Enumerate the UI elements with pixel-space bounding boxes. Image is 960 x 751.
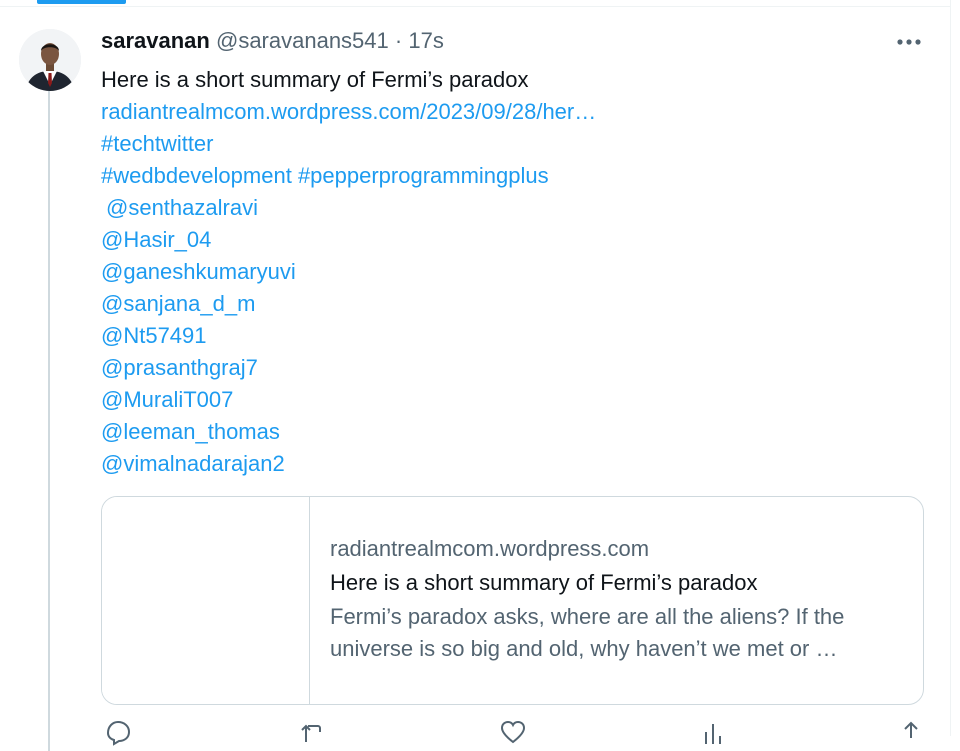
reply-icon bbox=[106, 720, 131, 746]
avatar[interactable] bbox=[19, 29, 81, 91]
tweet-url-link[interactable]: radiantrealmcom.wordpress.com/2023/09/28… bbox=[101, 99, 596, 124]
card-title: Here is a short summary of Fermi’s parad… bbox=[330, 570, 758, 595]
mention-link[interactable]: @ganeshkumaryuvi bbox=[101, 259, 296, 284]
share-button[interactable] bbox=[896, 718, 926, 746]
author-name[interactable]: saravanan bbox=[101, 28, 210, 53]
avatar-photo bbox=[19, 29, 81, 91]
author-handle[interactable]: @saravanans541 bbox=[216, 28, 389, 53]
active-tab-indicator bbox=[37, 0, 126, 4]
timeline-right-border bbox=[950, 0, 951, 736]
retweet-button[interactable] bbox=[298, 718, 328, 746]
tweet-header: saravanan @saravanans541 · 17s bbox=[101, 28, 444, 56]
like-button[interactable] bbox=[498, 718, 528, 746]
mention-link[interactable]: @vimalnadarajan2 bbox=[101, 451, 285, 476]
hashtag-link[interactable]: #pepperprogrammingplus bbox=[298, 163, 549, 188]
views-button[interactable] bbox=[698, 718, 728, 746]
tweet-text: Here is a short summary of Fermi’s parad… bbox=[101, 64, 901, 480]
share-icon bbox=[904, 721, 918, 738]
tweet-body-text: Here is a short summary of Fermi’s parad… bbox=[101, 67, 529, 92]
heart-icon bbox=[500, 720, 526, 744]
mention-link[interactable]: @MuraliT007 bbox=[101, 387, 233, 412]
mention-link[interactable]: @sanjana_d_m bbox=[101, 291, 255, 316]
top-tab-strip bbox=[0, 0, 950, 7]
hashtag-link[interactable]: #wedbdevelopment bbox=[101, 163, 292, 188]
header-separator: · bbox=[394, 28, 403, 53]
tweet-actions-bar bbox=[101, 718, 921, 746]
more-horizontal-icon bbox=[897, 39, 921, 45]
reply-button[interactable] bbox=[103, 718, 133, 746]
mention-link[interactable]: @senthazalravi bbox=[106, 195, 258, 220]
card-domain: radiantrealmcom.wordpress.com bbox=[330, 536, 650, 561]
mention-link[interactable]: @Nt57491 bbox=[101, 323, 207, 348]
card-thumbnail bbox=[102, 497, 310, 704]
views-icon bbox=[705, 724, 721, 744]
retweet-icon bbox=[301, 724, 321, 742]
mention-link[interactable]: @leeman_thomas bbox=[101, 419, 280, 444]
thread-connector-line bbox=[48, 91, 50, 751]
card-description-line-1: Fermi’s paradox asks, where are all the … bbox=[330, 604, 845, 629]
hashtag-link[interactable]: #techtwitter bbox=[101, 131, 214, 156]
card-description-line-2: universe is so big and old, why haven’t … bbox=[330, 636, 838, 661]
link-preview-card[interactable]: radiantrealmcom.wordpress.com Here is a … bbox=[101, 496, 924, 705]
more-options-button[interactable] bbox=[893, 28, 925, 56]
tweet-timestamp[interactable]: 17s bbox=[408, 28, 443, 53]
mention-link[interactable]: @Hasir_04 bbox=[101, 227, 211, 252]
mention-link[interactable]: @prasanthgraj7 bbox=[101, 355, 258, 380]
card-text: radiantrealmcom.wordpress.com Here is a … bbox=[330, 533, 910, 665]
